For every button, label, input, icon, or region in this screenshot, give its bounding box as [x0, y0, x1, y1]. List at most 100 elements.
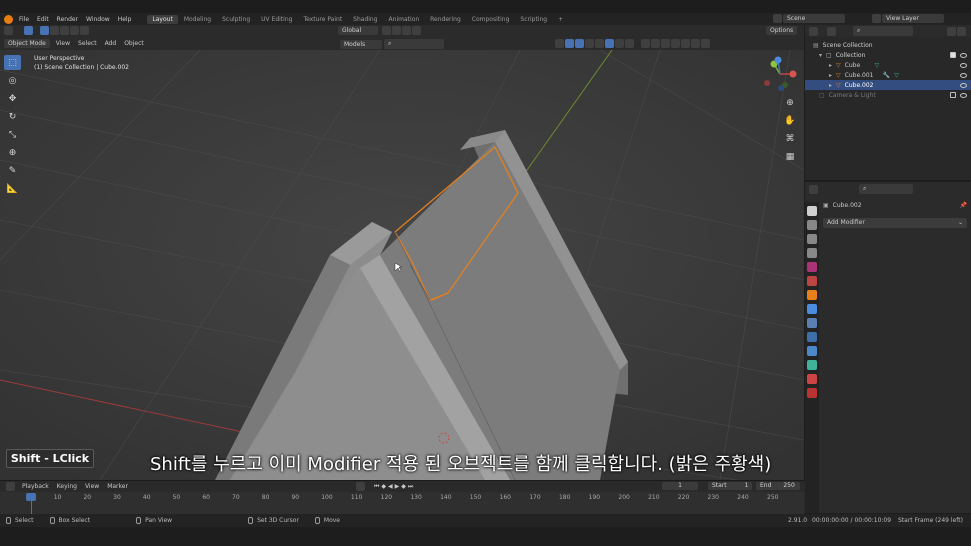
- camera-toggle-icon[interactable]: [661, 39, 670, 48]
- end-frame-field[interactable]: End 250: [756, 482, 800, 490]
- new-collection-icon[interactable]: [957, 26, 966, 36]
- add-modifier-dropdown[interactable]: Add Modifier ⌄: [823, 218, 967, 228]
- menu-playback[interactable]: Playback: [22, 483, 49, 490]
- collection-checkbox[interactable]: [950, 92, 956, 98]
- proportional-edit-icon[interactable]: [412, 26, 421, 35]
- mode-subtract-icon[interactable]: [60, 26, 69, 35]
- transform-orientation-dropdown[interactable]: Global: [338, 26, 378, 35]
- cursor-tool-icon[interactable]: ◎: [4, 73, 21, 88]
- menu-render[interactable]: Render: [57, 16, 78, 23]
- menu-add[interactable]: Add: [105, 40, 117, 47]
- mode-intersect-icon[interactable]: [80, 26, 89, 35]
- outliner-row-camera-light[interactable]: ▢ Camera & Light: [805, 90, 971, 100]
- mode-extend-icon[interactable]: [50, 26, 59, 35]
- visibility-eye-icon[interactable]: [960, 62, 967, 68]
- select-box-tool-icon[interactable]: [24, 26, 33, 35]
- jump-start-icon[interactable]: ⏮: [374, 483, 379, 491]
- jump-key-back-icon[interactable]: ◆: [381, 483, 386, 490]
- outliner-editor-type-icon[interactable]: [809, 26, 818, 36]
- pivot-point-icon[interactable]: [382, 26, 391, 35]
- collection-checkbox[interactable]: [950, 52, 956, 58]
- blender-logo-icon[interactable]: [4, 14, 13, 24]
- material-tab-icon[interactable]: [807, 374, 817, 384]
- timeline-ruler[interactable]: 1102030405060708090100110120130140150160…: [0, 492, 804, 514]
- select-tool-icon[interactable]: ⬚: [4, 55, 21, 70]
- outliner-row-cube-002[interactable]: ▸ ▽ Cube.002: [805, 80, 971, 90]
- mode-new-icon[interactable]: [40, 26, 49, 35]
- menu-keying[interactable]: Keying: [57, 483, 77, 490]
- menu-select[interactable]: Select: [78, 40, 97, 47]
- collection-dropdown[interactable]: Models: [340, 39, 382, 49]
- visibility-eye-icon[interactable]: [960, 72, 967, 78]
- tab-compositing[interactable]: Compositing: [467, 15, 515, 24]
- snap-icon[interactable]: [392, 26, 401, 35]
- expand-arrow-icon[interactable]: ▸: [829, 82, 832, 89]
- menu-view[interactable]: View: [56, 40, 70, 47]
- jump-end-icon[interactable]: ⏭: [408, 483, 413, 491]
- expand-arrow-icon[interactable]: ▸: [829, 62, 832, 69]
- visibility-eye-icon[interactable]: [960, 92, 967, 98]
- tab-sculpting[interactable]: Sculpting: [217, 15, 255, 24]
- outliner-row-collection[interactable]: ▾ ▢ Collection: [805, 50, 971, 60]
- cursor-toggle-icon[interactable]: [651, 39, 660, 48]
- annotate-tool-icon[interactable]: ✎: [4, 163, 21, 178]
- start-frame-field[interactable]: Start 1: [708, 482, 752, 490]
- scene-tab-icon[interactable]: [807, 262, 817, 272]
- shading-material-icon[interactable]: [615, 39, 624, 48]
- jump-key-forward-icon[interactable]: ◆: [401, 483, 406, 490]
- camera-view-icon[interactable]: ⌘: [782, 131, 798, 147]
- menu-object[interactable]: Object: [124, 40, 144, 47]
- move-tool-icon[interactable]: ✥: [4, 91, 21, 106]
- current-frame-field[interactable]: 1: [662, 482, 698, 490]
- shading-wireframe-icon[interactable]: [595, 39, 604, 48]
- pin-icon[interactable]: 📌: [960, 202, 967, 209]
- tab-shading[interactable]: Shading: [348, 15, 382, 24]
- menu-edit[interactable]: Edit: [37, 16, 49, 23]
- outliner-row-cube[interactable]: ▸ ▽ Cube ▽: [805, 60, 971, 70]
- outliner-search-input[interactable]: ⌕: [853, 26, 913, 36]
- gizmo-icon[interactable]: [565, 39, 574, 48]
- texture-tab-icon[interactable]: [807, 388, 817, 398]
- tab-scripting[interactable]: Scripting: [515, 15, 552, 24]
- constraints-tab-icon[interactable]: [807, 346, 817, 356]
- tab-animation[interactable]: Animation: [384, 15, 425, 24]
- menu-file[interactable]: File: [19, 16, 29, 23]
- expand-arrow-icon[interactable]: ▸: [829, 72, 832, 79]
- scene-selector[interactable]: Scene: [773, 14, 845, 23]
- empty-toggle-icon[interactable]: [681, 39, 690, 48]
- measure-tool-icon[interactable]: 📐: [4, 181, 21, 196]
- menu-marker[interactable]: Marker: [107, 483, 128, 490]
- modifier-tab-icon[interactable]: [807, 304, 817, 314]
- play-icon[interactable]: ▶: [395, 483, 400, 490]
- outliner-row-cube-001[interactable]: ▸ ▽ Cube.001 🔧 ▽: [805, 70, 971, 80]
- add-workspace-button[interactable]: +: [553, 15, 568, 24]
- view-layer-tab-icon[interactable]: [807, 248, 817, 258]
- mode-invert-icon[interactable]: [70, 26, 79, 35]
- properties-search-input[interactable]: ⌕: [859, 184, 913, 194]
- view-layer-selector[interactable]: View Layer: [872, 14, 944, 23]
- tab-texture-paint[interactable]: Texture Paint: [298, 15, 347, 24]
- menu-help[interactable]: Help: [118, 16, 132, 23]
- physics-tab-icon[interactable]: [807, 332, 817, 342]
- world-tab-icon[interactable]: [807, 276, 817, 286]
- data-tab-icon[interactable]: [807, 360, 817, 370]
- pan-hand-icon[interactable]: ✋: [782, 113, 798, 129]
- search-input[interactable]: ⌕: [384, 39, 444, 49]
- particles-tab-icon[interactable]: [807, 318, 817, 328]
- tab-rendering[interactable]: Rendering: [425, 15, 466, 24]
- menu-window[interactable]: Window: [86, 16, 110, 23]
- timeline-editor-type-icon[interactable]: [6, 481, 15, 491]
- transform-tool-icon[interactable]: ⊕: [4, 145, 21, 160]
- visibility-eye-icon[interactable]: [960, 82, 967, 88]
- scale-tool-icon[interactable]: ⤡: [4, 127, 21, 142]
- expand-arrow-icon[interactable]: ▾: [819, 52, 822, 59]
- playhead[interactable]: [26, 493, 36, 501]
- ortho-grid-icon[interactable]: ▦: [782, 149, 798, 165]
- play-reverse-icon[interactable]: ◀: [388, 483, 393, 490]
- shading-solid-icon[interactable]: [605, 39, 614, 48]
- tab-modeling[interactable]: Modeling: [179, 15, 216, 24]
- extra-toggle-icon[interactable]: [701, 39, 710, 48]
- tool-tab-icon[interactable]: [807, 206, 817, 216]
- snap-target-icon[interactable]: [402, 26, 411, 35]
- menu-timeline-view[interactable]: View: [85, 483, 99, 490]
